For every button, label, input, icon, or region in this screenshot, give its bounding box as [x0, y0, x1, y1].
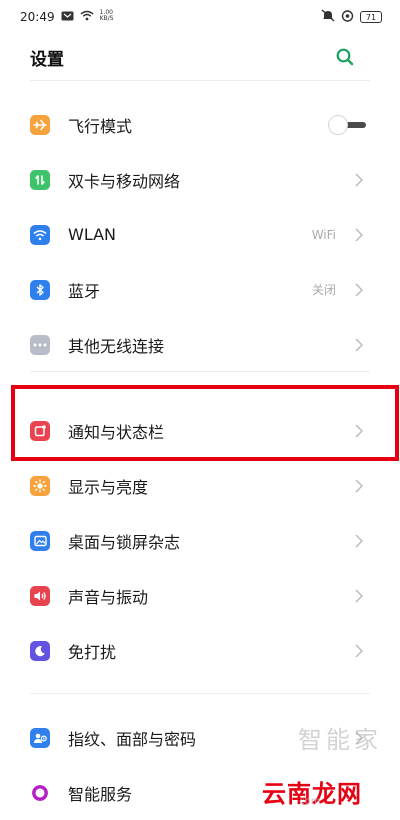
setting-display-brightness[interactable]: 显示与亮度	[0, 458, 400, 513]
airplane-icon	[30, 114, 50, 135]
highlight-box	[11, 385, 399, 461]
setting-label: 双卡与移动网络	[68, 171, 181, 191]
group-divider	[30, 693, 370, 694]
chevron-right-icon	[354, 533, 364, 549]
setting-label: 免打扰	[68, 642, 117, 662]
wallpaper-icon	[30, 530, 50, 551]
chevron-right-icon	[354, 282, 364, 298]
chevron-right-icon	[354, 643, 364, 659]
watermark-text: 智能家	[298, 726, 382, 754]
chevron-right-icon	[354, 478, 364, 494]
chevron-right-icon	[354, 588, 364, 604]
settings-group-connectivity: 飞行模式 双卡与移动网络 WLAN WiFi 蓝牙 关闭 其他无线连接	[0, 97, 400, 372]
setting-label: 显示与亮度	[68, 477, 149, 497]
smart-service-icon	[30, 783, 50, 803]
status-bar-right: 71	[321, 9, 382, 25]
wifi-status-icon	[80, 10, 94, 24]
alarm-icon	[341, 9, 354, 25]
watermark-url: .com	[296, 796, 321, 807]
search-button[interactable]	[334, 46, 356, 68]
dual-sim-icon	[30, 169, 50, 190]
setting-label: WLAN	[68, 225, 117, 244]
setting-value: 关闭	[311, 283, 336, 297]
mute-icon	[321, 9, 335, 25]
more-connections-icon	[30, 334, 50, 355]
moon-icon	[30, 640, 50, 661]
status-time: 20:49	[20, 10, 55, 24]
chevron-right-icon	[354, 337, 364, 353]
airplane-mode-toggle[interactable]	[328, 114, 366, 135]
setting-value: WiFi	[311, 227, 336, 242]
page-title: 设置	[30, 49, 64, 70]
setting-wlan[interactable]: WLAN WiFi	[0, 207, 400, 262]
setting-bluetooth[interactable]: 蓝牙 关闭	[0, 262, 400, 317]
network-speed: 1.00 KB/S	[99, 9, 114, 22]
search-icon	[336, 48, 354, 66]
setting-dual-sim[interactable]: 双卡与移动网络	[0, 152, 400, 207]
wifi-icon	[30, 224, 50, 245]
status-bar-left: 20:49 1.00 KB/S	[20, 9, 114, 25]
setting-sound-vibration[interactable]: 声音与振动	[0, 568, 400, 623]
header: 设置	[0, 40, 400, 74]
brightness-icon	[30, 475, 50, 496]
setting-label: 其他无线连接	[68, 336, 165, 356]
setting-airplane-mode[interactable]: 飞行模式	[0, 97, 400, 152]
setting-desktop-lockscreen[interactable]: 桌面与锁屏杂志	[0, 513, 400, 568]
status-bar: 20:49 1.00 KB/S 71	[0, 0, 400, 34]
setting-do-not-disturb[interactable]: 免打扰	[0, 623, 400, 678]
chevron-right-icon	[354, 172, 364, 188]
fingerprint-face-icon	[30, 727, 50, 748]
setting-other-wireless[interactable]: 其他无线连接	[0, 317, 400, 372]
group-divider	[30, 371, 370, 372]
setting-label: 声音与振动	[68, 587, 149, 607]
setting-label: 飞行模式	[68, 116, 133, 136]
header-divider	[30, 80, 370, 81]
setting-label: 蓝牙	[68, 281, 101, 301]
chevron-right-icon	[354, 227, 364, 243]
sound-icon	[30, 585, 50, 606]
setting-label: 桌面与锁屏杂志	[68, 532, 181, 552]
battery-indicator: 71	[360, 11, 382, 23]
bluetooth-icon	[30, 279, 50, 300]
message-icon	[61, 10, 74, 24]
